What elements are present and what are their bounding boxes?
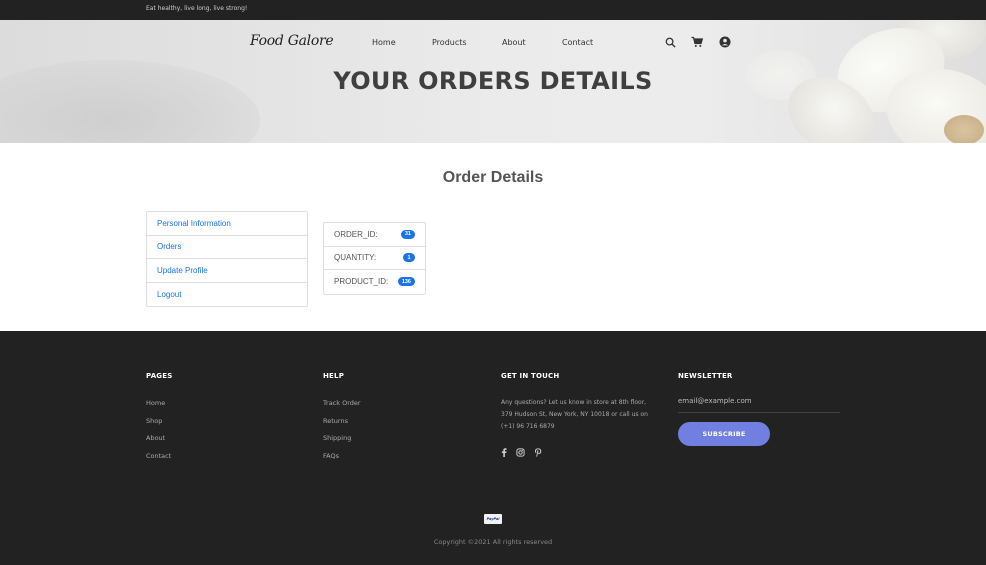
nav-products[interactable]: Products [432,38,467,47]
footer-link-returns[interactable]: Returns [323,417,348,425]
tagline: Eat healthy, live long, live strong! [146,5,248,12]
detail-row-order-id: ORDER_ID: 31 [324,223,425,247]
order-details-list: ORDER_ID: 31 QUANTITY: 1 PRODUCT_ID: 136 [323,222,426,295]
subscribe-button[interactable]: SUBSCRIBE [678,422,770,446]
site-footer: PAGES Home Shop About Contact HELP Track… [0,331,986,565]
detail-badge: 1 [403,253,415,263]
footer-link-home[interactable]: Home [146,399,165,407]
nav-home[interactable]: Home [372,38,396,47]
search-icon[interactable] [664,36,676,48]
footer-link-faqs[interactable]: FAQs [323,452,339,460]
footer-heading-pages: PAGES [146,372,173,380]
cart-icon[interactable] [691,36,703,48]
detail-badge: 136 [397,277,415,287]
facebook-icon[interactable] [501,448,507,460]
footer-heading-help: HELP [323,372,345,380]
nav-about[interactable]: About [502,38,526,47]
footer-link-contact[interactable]: Contact [146,452,171,460]
footer-link-track-order[interactable]: Track Order [323,399,361,407]
detail-row-product-id: PRODUCT_ID: 136 [324,270,425,294]
footer-heading-contact: GET IN TOUCH [501,372,560,380]
top-announcement-bar: Eat healthy, live long, live strong! [0,0,986,20]
menu-item-logout[interactable]: Logout [147,283,307,307]
menu-item-update-profile[interactable]: Update Profile [147,259,307,283]
page-title: YOUR ORDERS DETAILS [333,67,653,95]
pinterest-icon[interactable] [534,448,542,460]
detail-label: ORDER_ID: [334,229,378,239]
detail-badge: 31 [400,229,415,239]
footer-link-shop[interactable]: Shop [146,417,162,425]
footer-link-shipping[interactable]: Shipping [323,434,351,442]
instagram-icon[interactable] [516,448,525,460]
footer-link-about[interactable]: About [146,434,165,442]
logo[interactable]: Food Galore [250,33,334,49]
detail-label: QUANTITY: [334,253,377,263]
section-title: Order Details [442,169,544,186]
footer-heading-newsletter: NEWSLETTER [678,372,733,380]
contact-text: Any questions? Let us know in store at 8… [501,399,648,430]
account-menu: Personal Information Orders Update Profi… [146,211,308,307]
menu-item-orders[interactable]: Orders [147,236,307,259]
detail-row-quantity: QUANTITY: 1 [324,247,425,270]
paypal-icon: PayPal [484,514,502,524]
nav-contact[interactable]: Contact [562,38,593,47]
newsletter-email-input[interactable]: email@example.com [678,397,840,413]
detail-label: PRODUCT_ID: [334,277,389,287]
user-account-icon[interactable] [719,36,731,48]
menu-item-personal-information[interactable]: Personal Information [147,212,307,236]
copyright-text: Copyright ©2021 All rights reserved [433,538,553,546]
